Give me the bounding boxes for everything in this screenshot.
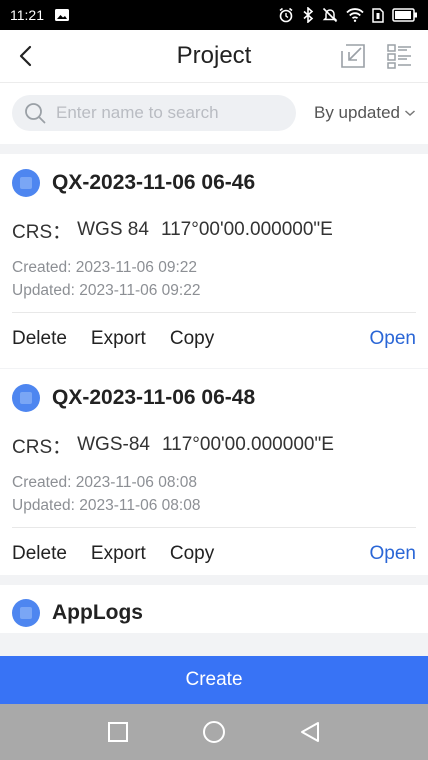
navigation-bar — [0, 704, 428, 760]
project-name: QX-2023-11-06 06-46 — [52, 171, 256, 194]
status-time: 11:21 — [10, 7, 44, 23]
open-button[interactable]: Open — [370, 328, 416, 350]
updated-date: Updated: 2023-11-06 08:08 — [12, 497, 201, 514]
delete-button[interactable]: Delete — [12, 543, 67, 565]
copy-button[interactable]: Copy — [170, 543, 214, 565]
project-header: QX-2023-11-06 06-46 — [12, 154, 416, 212]
back-button[interactable] — [12, 42, 40, 70]
project-meta: Created: 2023-11-06 08:08 Updated: 2023-… — [12, 471, 416, 517]
app-bar: Project — [0, 30, 428, 82]
page-title: Project — [176, 42, 252, 69]
create-button[interactable]: Create — [0, 656, 428, 704]
status-left: 11:21 — [10, 6, 70, 24]
search-row: By updated — [0, 82, 428, 144]
crs-name: WGS-84 — [77, 434, 150, 455]
crs-meridian: 117°00'00.000000"E — [161, 434, 334, 455]
project-card[interactable]: QX-2023-11-06 06-48 CRS： WGS-84 117°00'0… — [0, 369, 428, 575]
export-button[interactable]: Export — [91, 328, 146, 350]
sim-icon — [372, 6, 384, 24]
project-meta: Created: 2023-11-06 09:22 Updated: 2023-… — [12, 256, 416, 302]
home-icon — [203, 721, 225, 743]
alarm-icon — [278, 6, 294, 24]
crs-label: CRS： — [12, 221, 72, 243]
list-icon — [387, 44, 411, 69]
crs-line: CRS： WGS 84 117°00'00.000000"E — [12, 212, 416, 248]
recents-icon — [108, 722, 128, 742]
search-box[interactable] — [12, 95, 296, 131]
battery-icon — [392, 6, 418, 24]
nav-back-button[interactable] — [290, 712, 330, 752]
open-button[interactable]: Open — [370, 543, 416, 565]
crs-meridian: 117°00'00.000000"E — [160, 219, 333, 240]
recents-button[interactable] — [98, 712, 138, 752]
project-name: AppLogs — [52, 601, 143, 624]
project-icon — [12, 169, 40, 197]
crs-name: WGS 84 — [77, 219, 149, 240]
status-right — [278, 6, 418, 24]
delete-button[interactable]: Delete — [12, 328, 67, 350]
project-header: QX-2023-11-06 06-48 — [12, 369, 416, 427]
image-icon — [54, 6, 70, 24]
created-date: Created: 2023-11-06 08:08 — [12, 474, 197, 491]
project-header: AppLogs — [12, 585, 416, 633]
bluetooth-icon — [302, 6, 314, 24]
export-button[interactable]: Export — [91, 543, 146, 565]
search-icon — [25, 103, 46, 124]
project-icon — [12, 599, 40, 627]
chevron-left-icon — [19, 45, 32, 67]
updated-date: Updated: 2023-11-06 09:22 — [12, 282, 201, 299]
created-date: Created: 2023-11-06 09:22 — [12, 259, 197, 276]
project-actions: Delete Export Copy Open — [12, 313, 416, 365]
home-button[interactable] — [194, 712, 234, 752]
wifi-icon — [346, 6, 364, 24]
back-icon — [301, 722, 319, 742]
project-icon — [12, 384, 40, 412]
project-name: QX-2023-11-06 06-48 — [52, 386, 256, 409]
crs-line: CRS： WGS-84 117°00'00.000000"E — [12, 427, 416, 463]
mute-icon — [322, 6, 338, 24]
copy-button[interactable]: Copy — [170, 328, 214, 350]
crs-label: CRS： — [12, 436, 72, 458]
project-actions: Delete Export Copy Open — [12, 528, 416, 580]
project-card[interactable]: QX-2023-11-06 06-46 CRS： WGS 84 117°00'0… — [0, 154, 428, 368]
sort-label: By updated — [313, 103, 400, 122]
search-input[interactable] — [56, 103, 276, 123]
chevron-down-icon — [405, 110, 415, 117]
import-button[interactable] — [338, 41, 368, 71]
status-bar: 11:21 — [0, 0, 428, 30]
sort-dropdown[interactable]: By updated — [314, 103, 416, 123]
import-icon — [341, 44, 365, 68]
list-view-button[interactable] — [384, 41, 414, 71]
project-card[interactable]: AppLogs — [0, 585, 428, 633]
